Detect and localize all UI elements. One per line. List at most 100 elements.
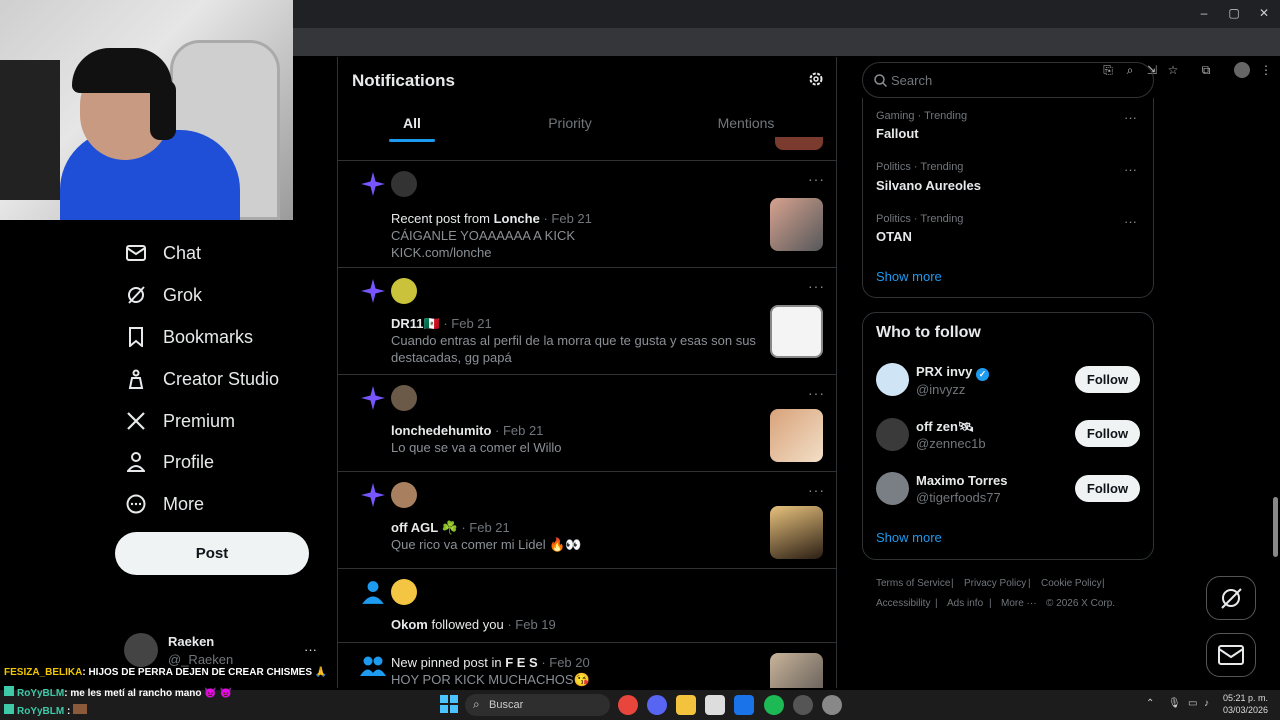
maximize-button[interactable]: ▢ <box>1224 6 1244 20</box>
close-button[interactable]: ✕ <box>1254 6 1274 20</box>
avatar[interactable] <box>124 633 158 667</box>
account-name[interactable]: Raeken <box>168 634 214 649</box>
post-thumbnail[interactable] <box>770 305 823 358</box>
trend-item-otan[interactable]: OTAN <box>876 229 912 244</box>
nav-item-creator-studio[interactable]: Creator Studio <box>124 364 279 394</box>
follow-name[interactable]: off zen🛰 <box>916 419 974 435</box>
list-item[interactable]: ··· off AGL ☘️ · Feb 21 Que rico va come… <box>338 472 836 569</box>
notification-text: DR11🇲🇽 · Feb 21 <box>391 316 492 331</box>
avatar[interactable] <box>876 418 909 451</box>
app-icon[interactable] <box>822 695 842 715</box>
footer-copyright: © 2026 X Corp. <box>1046 598 1116 609</box>
follow-button[interactable]: Follow <box>1075 475 1140 502</box>
list-item[interactable]: ··· Recent post from Lonche · Feb 21 CÁI… <box>338 161 836 268</box>
follow-name[interactable]: PRX invy ✓ <box>916 364 989 381</box>
file-explorer-icon[interactable] <box>676 695 696 715</box>
profile-avatar-icon[interactable] <box>1234 62 1250 78</box>
store-icon[interactable] <box>705 695 725 715</box>
volume-icon[interactable]: ♪ <box>1204 698 1209 709</box>
footer-terms-link[interactable]: Terms of Service <box>876 578 950 589</box>
avatar[interactable] <box>391 171 417 197</box>
follow-button[interactable]: Follow <box>1075 420 1140 447</box>
notification-snippet: Lo que se va a comer el Willo <box>391 440 562 455</box>
extensions-icon[interactable]: ⧉ <box>1198 62 1214 78</box>
footer-more-link[interactable]: More ··· <box>1001 598 1037 609</box>
tab-all[interactable]: All <box>389 115 435 142</box>
tab-priority[interactable]: Priority <box>538 115 602 131</box>
footer-accessibility-link[interactable]: Accessibility <box>876 598 930 609</box>
trend-item-fallout[interactable]: Fallout <box>876 126 919 141</box>
network-icon[interactable]: ▭ <box>1188 698 1197 709</box>
messages-button[interactable] <box>1206 633 1256 677</box>
app-icon[interactable] <box>793 695 813 715</box>
post-thumbnail[interactable] <box>770 653 823 688</box>
more-options-button[interactable]: ··· <box>1124 162 1137 177</box>
list-item[interactable]: New pinned post in F E S · Feb 20 HOY PO… <box>338 643 836 688</box>
grok-button[interactable] <box>1206 576 1256 620</box>
windows-start-icon[interactable] <box>440 695 458 713</box>
taskbar-search-input[interactable]: ⌕ Buscar <box>465 694 610 716</box>
notifications-column: Notifications All Priority Mentions ··· … <box>337 57 837 688</box>
bookmark-star-icon[interactable]: ☆ <box>1165 62 1181 78</box>
nav-item-bookmarks[interactable]: Bookmarks <box>124 322 253 352</box>
follow-show-more-link[interactable]: Show more <box>876 530 942 545</box>
list-item[interactable]: ··· DR11🇲🇽 · Feb 21 Cuando entras al per… <box>338 268 836 375</box>
list-item[interactable]: Okom followed you · Feb 19 <box>338 569 836 643</box>
spotify-icon[interactable] <box>764 695 784 715</box>
page-title: Notifications <box>352 71 455 90</box>
trend-item-silvano[interactable]: Silvano Aureoles <box>876 178 981 193</box>
list-item[interactable]: ··· lonchedehumito · Feb 21 Lo que se va… <box>338 375 836 472</box>
chat-message: RoYyBLM : <box>4 704 88 717</box>
trends-show-more-link[interactable]: Show more <box>876 269 942 284</box>
tab-mentions[interactable]: Mentions <box>716 115 776 131</box>
settings-gear-icon[interactable] <box>808 71 824 92</box>
discord-icon[interactable] <box>647 695 667 715</box>
more-options-button[interactable]: ··· <box>808 482 825 498</box>
avatar[interactable] <box>391 385 417 411</box>
avatar[interactable] <box>391 278 417 304</box>
bookmark-icon <box>124 325 148 349</box>
nav-item-premium[interactable]: Premium <box>124 406 235 436</box>
post-thumbnail[interactable] <box>770 409 823 462</box>
follow-button[interactable]: Follow <box>1075 366 1140 393</box>
tray-chevron-icon[interactable]: ⌃ <box>1146 698 1154 709</box>
clock-date[interactable]: 03/03/2026 <box>1222 705 1268 715</box>
nav-item-grok[interactable]: Grok <box>124 280 202 310</box>
avatar[interactable] <box>391 579 417 605</box>
grok-icon <box>1221 588 1242 609</box>
footer-ads-link[interactable]: Ads info <box>947 598 983 609</box>
nav-item-more[interactable]: More <box>124 489 204 519</box>
avatar[interactable] <box>876 363 909 396</box>
nav-item-chat[interactable]: Chat <box>124 238 201 268</box>
more-options-button[interactable]: ··· <box>1124 110 1137 125</box>
post-thumbnail[interactable] <box>770 506 823 559</box>
nav-item-profile[interactable]: Profile <box>124 447 214 477</box>
more-options-button[interactable]: ··· <box>1124 214 1137 229</box>
chrome-icon[interactable] <box>618 695 638 715</box>
scrollbar-thumb[interactable] <box>1273 497 1278 557</box>
microphone-icon[interactable]: 🎙 <box>1168 698 1181 709</box>
follow-handle: @zennec1b <box>916 436 986 451</box>
post-thumbnail[interactable] <box>770 198 823 251</box>
minimize-button[interactable]: – <box>1194 6 1214 20</box>
post-button[interactable]: Post <box>115 532 309 575</box>
person-follow-icon <box>362 581 384 604</box>
more-options-button[interactable]: ··· <box>808 278 825 294</box>
avatar[interactable] <box>391 482 417 508</box>
avatar[interactable] <box>876 472 909 505</box>
account-menu-button[interactable]: ··· <box>304 642 317 657</box>
clock-time[interactable]: 05:21 p. m. <box>1222 693 1268 703</box>
sparkle-icon <box>361 483 385 507</box>
mail-app-icon[interactable] <box>734 695 754 715</box>
grok-icon <box>124 283 148 307</box>
footer-cookie-link[interactable]: Cookie Policy <box>1041 578 1102 589</box>
notification-text: Recent post from Lonche · Feb 21 <box>391 211 592 226</box>
more-options-button[interactable]: ··· <box>808 385 825 401</box>
page-scrollbar[interactable] <box>1270 57 1280 690</box>
more-options-button[interactable]: ··· <box>808 171 825 187</box>
search-input[interactable]: Search <box>862 62 1154 98</box>
partial-thumbnail <box>775 137 823 150</box>
footer-privacy-link[interactable]: Privacy Policy <box>964 578 1026 589</box>
follow-name[interactable]: Maximo Torres <box>916 473 1008 488</box>
trend-meta: Gaming · Trending <box>876 110 968 122</box>
